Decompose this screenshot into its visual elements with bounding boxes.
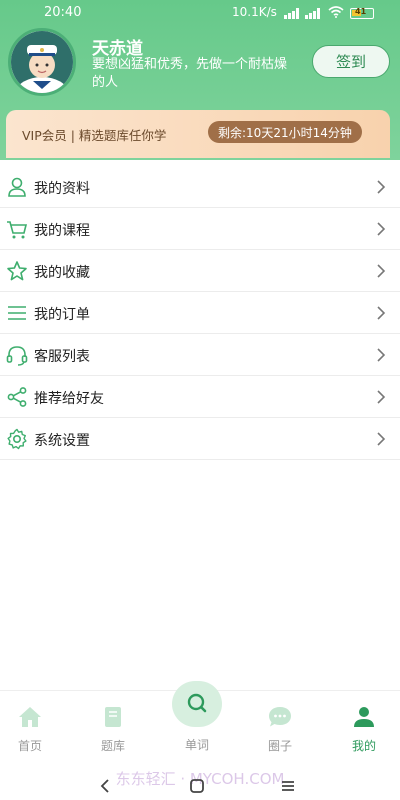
- system-nav-bar: [0, 772, 400, 800]
- signin-button[interactable]: 签到: [312, 45, 390, 78]
- tab-home[interactable]: 首页: [0, 691, 65, 761]
- vip-remaining-time: 剩余:10天21小时14分钟: [208, 121, 362, 143]
- status-bar: 20:40 10.1K/s 41: [0, 0, 400, 26]
- wifi-icon: [328, 6, 344, 18]
- menu-item-label: 我的课程: [34, 223, 90, 239]
- battery-icon: 41: [350, 7, 374, 19]
- tab-circle[interactable]: 圈子: [245, 691, 315, 761]
- tab-words[interactable]: [172, 681, 222, 727]
- chevron-right-icon: [377, 222, 386, 236]
- home-icon: [19, 707, 41, 727]
- chevron-right-icon: [377, 348, 386, 362]
- profile-header: 20:40 10.1K/s 41 天赤道 要想凶猛和优秀，先做一个耐枯燥的人 签…: [0, 0, 400, 160]
- tab-words-label: 单词: [184, 738, 209, 752]
- vip-banner[interactable]: VIP会员 | 精选题库任你学 剩余:10天21小时14分钟: [6, 110, 390, 158]
- user-motto: 要想凶猛和优秀，先做一个耐枯燥的人: [92, 57, 288, 90]
- share-icon: [7, 387, 27, 407]
- tab-label: 首页: [17, 739, 42, 753]
- search-icon: [187, 693, 207, 713]
- chevron-right-icon: [377, 390, 386, 404]
- menu-item-settings[interactable]: 系统设置: [0, 418, 400, 460]
- menu-item-label: 推荐给好友: [34, 391, 104, 407]
- menu-item-profile[interactable]: 我的资料: [0, 166, 400, 208]
- menu-item-label: 系统设置: [34, 433, 90, 449]
- menu-item-label: 我的订单: [34, 307, 90, 323]
- headset-icon: [6, 346, 28, 366]
- cart-icon: [7, 221, 28, 239]
- tab-label: 题库: [100, 739, 125, 753]
- person-icon: [354, 707, 374, 727]
- status-time: 20:40: [44, 5, 82, 20]
- gear-icon: [7, 428, 27, 450]
- vip-text: VIP会员 | 精选题库任你学: [22, 128, 167, 143]
- battery-level: 41: [355, 7, 367, 16]
- tab-label: 圈子: [267, 739, 292, 753]
- chevron-right-icon: [377, 264, 386, 278]
- menu-item-recommend[interactable]: 推荐给好友: [0, 376, 400, 418]
- tab-mine[interactable]: 我的: [329, 691, 399, 761]
- settings-menu: 我的资料 我的课程 我的收藏 我的订单 客服列表 推荐给好友 系统设置: [0, 166, 400, 460]
- signal-icon-2: [305, 8, 323, 19]
- list-icon: [8, 306, 26, 320]
- sailor-avatar-icon: [11, 31, 73, 93]
- menu-item-orders[interactable]: 我的订单: [0, 292, 400, 334]
- tab-label: 我的: [351, 739, 376, 753]
- menu-item-favorites[interactable]: 我的收藏: [0, 250, 400, 292]
- network-speed: 10.1K/s: [232, 5, 277, 19]
- chat-bubble-icon: [269, 707, 291, 727]
- menu-item-courses[interactable]: 我的课程: [0, 208, 400, 250]
- menu-item-label: 我的资料: [34, 181, 90, 197]
- chevron-right-icon: [377, 432, 386, 446]
- chevron-right-icon: [377, 180, 386, 194]
- back-icon[interactable]: [98, 778, 112, 794]
- chevron-right-icon: [377, 306, 386, 320]
- signal-icon: [284, 8, 302, 19]
- menu-icon[interactable]: [280, 778, 296, 794]
- tab-questions[interactable]: 题库: [78, 691, 148, 761]
- star-icon: [7, 261, 27, 281]
- avatar[interactable]: [8, 28, 76, 96]
- home-button-icon[interactable]: [189, 778, 205, 794]
- book-icon: [105, 707, 121, 727]
- menu-item-label: 客服列表: [34, 349, 90, 365]
- user-icon: [8, 177, 26, 197]
- menu-item-label: 我的收藏: [34, 265, 90, 281]
- menu-item-support[interactable]: 客服列表: [0, 334, 400, 376]
